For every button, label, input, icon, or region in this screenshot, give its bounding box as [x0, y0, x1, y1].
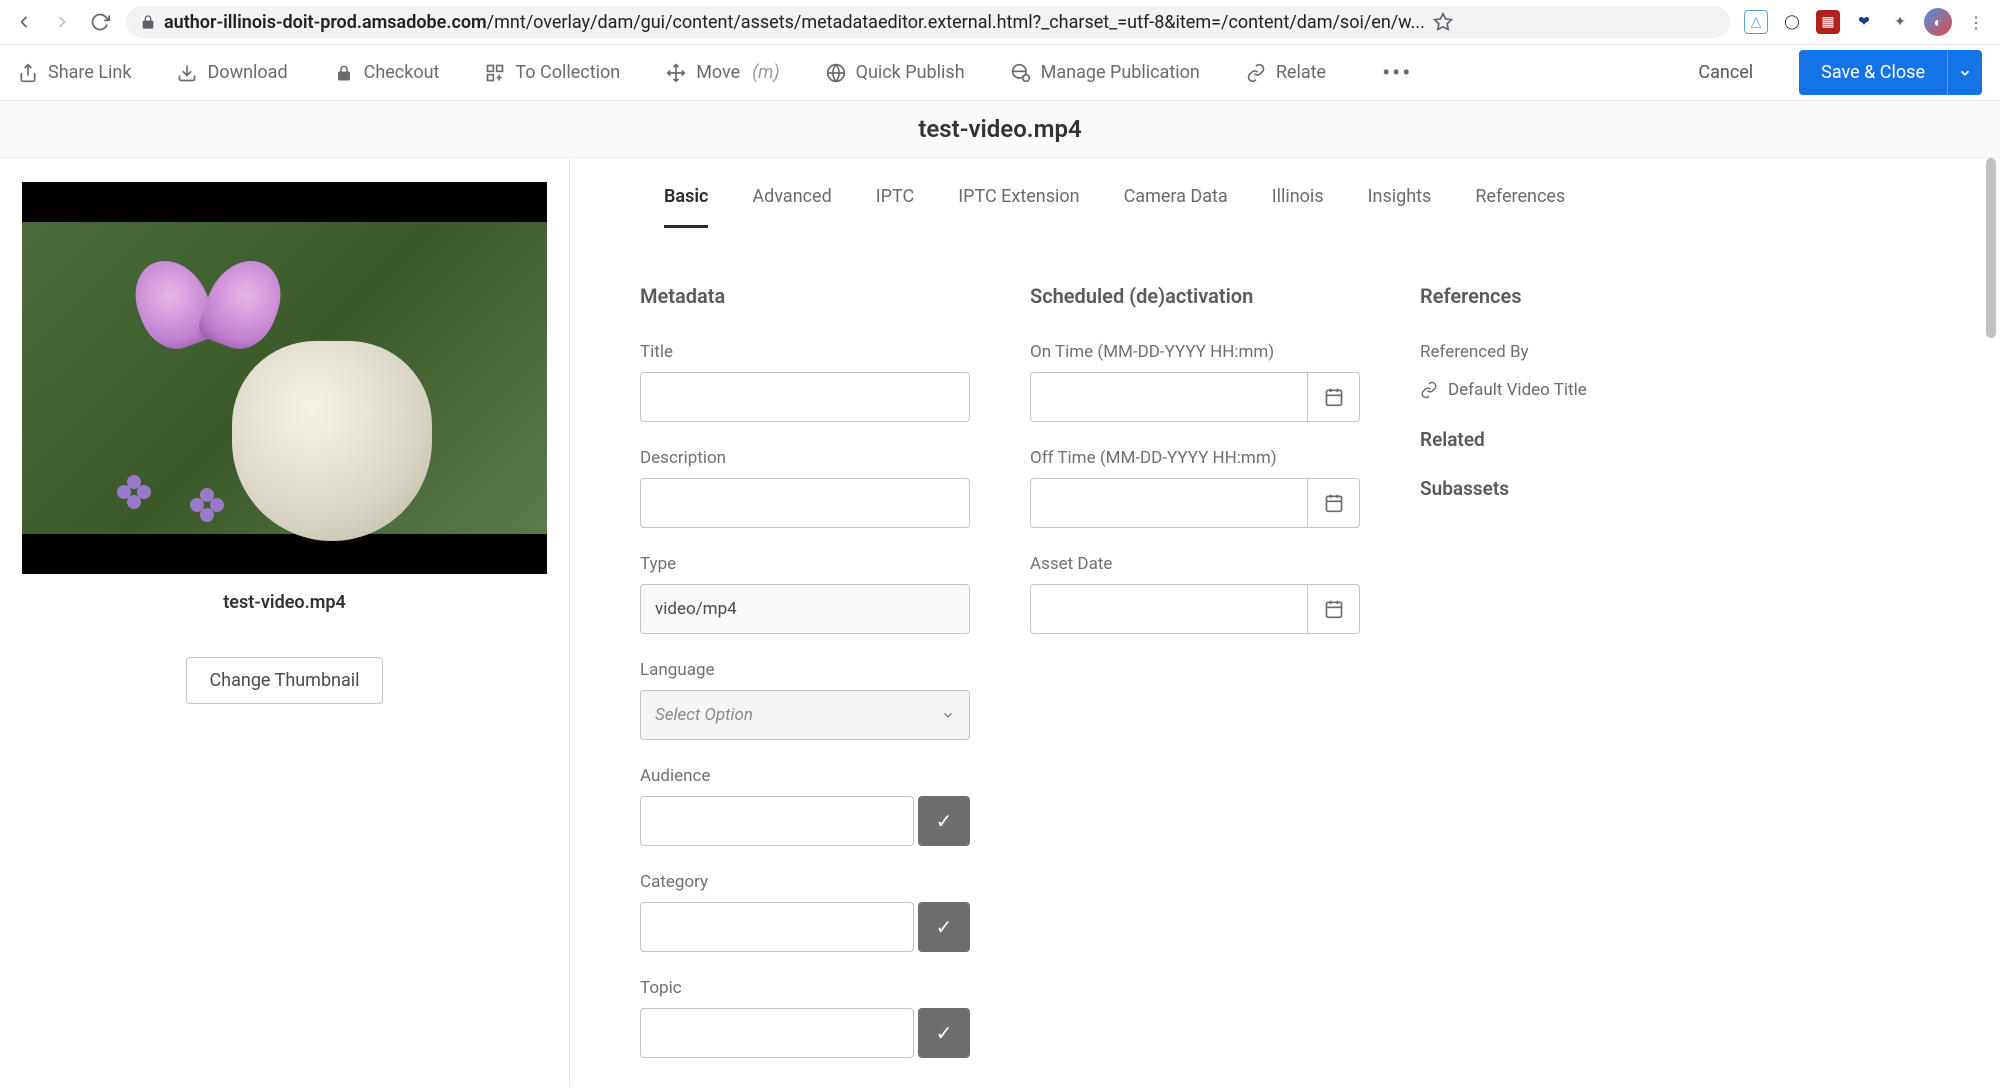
preview-panel: test-video.mp4 Change Thumbnail [0, 158, 570, 1087]
tab-references[interactable]: References [1475, 186, 1565, 228]
manage-publication-label: Manage Publication [1041, 62, 1200, 83]
globe-gear-icon [1011, 63, 1031, 83]
title-input[interactable] [640, 372, 970, 422]
globe-icon [826, 63, 846, 83]
share-icon [18, 63, 38, 83]
title-label: Title [640, 342, 970, 362]
move-icon [666, 63, 686, 83]
audience-label: Audience [640, 766, 970, 786]
manage-publication-button[interactable]: Manage Publication [1011, 62, 1226, 83]
checkout-button[interactable]: Checkout [334, 62, 466, 83]
on-time-input[interactable] [1030, 372, 1308, 422]
description-input[interactable] [640, 478, 970, 528]
lock-icon [334, 63, 354, 83]
url-bar[interactable]: author-illinois-doit-prod.amsadobe.com/m… [126, 6, 1730, 38]
ext-red-icon[interactable]: ▦ [1816, 10, 1840, 34]
browser-menu-icon[interactable]: ⋮ [1964, 10, 1988, 34]
extension-icons: △ ◯ ▦ ❤ ✦ ◐ ⋮ [1744, 8, 1988, 36]
metadata-panel: Basic Advanced IPTC IPTC Extension Camer… [570, 158, 2000, 1087]
move-hint: (m) [752, 62, 779, 83]
tab-camera-data[interactable]: Camera Data [1124, 186, 1228, 228]
off-time-calendar-button[interactable] [1308, 478, 1360, 528]
cancel-button[interactable]: Cancel [1678, 52, 1773, 93]
relate-label: Relate [1276, 62, 1326, 83]
share-link-button[interactable]: Share Link [18, 62, 157, 83]
move-label: Move [696, 62, 740, 83]
save-close-dropdown[interactable] [1947, 50, 1982, 95]
back-button[interactable] [12, 10, 36, 34]
reload-button[interactable] [88, 10, 112, 34]
extensions-icon[interactable]: ✦ [1888, 10, 1912, 34]
ext-circle-icon[interactable]: ◯ [1780, 10, 1804, 34]
forward-button[interactable] [50, 10, 74, 34]
category-label: Category [640, 872, 970, 892]
lock-icon [140, 14, 156, 30]
profile-avatar[interactable]: ◐ [1924, 8, 1952, 36]
description-label: Description [640, 448, 970, 468]
tab-basic[interactable]: Basic [664, 186, 708, 228]
share-link-label: Share Link [48, 62, 131, 83]
language-placeholder: Select Option [655, 705, 753, 725]
schedule-heading: Scheduled (de)activation [1030, 284, 1360, 308]
topic-input[interactable] [640, 1008, 914, 1058]
scrollbar[interactable] [1986, 158, 1996, 1087]
type-label: Type [640, 554, 970, 574]
change-thumbnail-button[interactable]: Change Thumbnail [186, 657, 382, 704]
tab-advanced[interactable]: Advanced [752, 186, 831, 228]
browser-chrome: author-illinois-doit-prod.amsadobe.com/m… [0, 0, 2000, 45]
asset-date-input[interactable] [1030, 584, 1308, 634]
collection-icon [485, 63, 505, 83]
save-close-button[interactable]: Save & Close [1799, 50, 1947, 95]
page-title: test-video.mp4 [0, 101, 2000, 158]
category-input[interactable] [640, 902, 914, 952]
tab-iptc-extension[interactable]: IPTC Extension [958, 186, 1079, 228]
referenced-by-item[interactable]: Default Video Title [1420, 380, 1720, 400]
thumbnail-filename: test-video.mp4 [223, 574, 346, 631]
download-icon [177, 63, 197, 83]
checkout-label: Checkout [364, 62, 440, 83]
download-button[interactable]: Download [177, 62, 313, 83]
asset-date-label: Asset Date [1030, 554, 1360, 574]
action-bar: Share Link Download Checkout To Collecti… [0, 45, 2000, 101]
to-collection-button[interactable]: To Collection [485, 62, 646, 83]
link-icon [1246, 63, 1266, 83]
asset-date-calendar-button[interactable] [1308, 584, 1360, 634]
subassets-heading: Subassets [1420, 477, 1720, 500]
related-heading: Related [1420, 428, 1720, 451]
on-time-label: On Time (MM-DD-YYYY HH:mm) [1030, 342, 1360, 362]
topic-confirm-button[interactable]: ✓ [918, 1008, 970, 1058]
referenced-by-item-label: Default Video Title [1448, 380, 1587, 400]
tab-iptc[interactable]: IPTC [876, 186, 914, 228]
metadata-heading: Metadata [640, 284, 970, 308]
type-input[interactable] [640, 584, 970, 634]
relate-button[interactable]: Relate [1246, 62, 1352, 83]
url-text: author-illinois-doit-prod.amsadobe.com/m… [164, 12, 1425, 33]
off-time-input[interactable] [1030, 478, 1308, 528]
topic-label: Topic [640, 978, 970, 998]
off-time-label: Off Time (MM-DD-YYYY HH:mm) [1030, 448, 1360, 468]
referenced-by-label: Referenced By [1420, 342, 1720, 362]
chevron-down-icon [941, 708, 955, 722]
ext-triangle-icon[interactable]: △ [1744, 10, 1768, 34]
references-heading: References [1420, 284, 1720, 308]
on-time-calendar-button[interactable] [1308, 372, 1360, 422]
video-thumbnail[interactable] [22, 182, 547, 574]
tab-illinois[interactable]: Illinois [1272, 186, 1324, 228]
language-select[interactable]: Select Option [640, 690, 970, 740]
link-icon [1420, 381, 1438, 399]
move-button[interactable]: Move (m) [666, 62, 805, 83]
ext-heart-icon[interactable]: ❤ [1852, 10, 1876, 34]
audience-input[interactable] [640, 796, 914, 846]
language-label: Language [640, 660, 970, 680]
quick-publish-label: Quick Publish [856, 62, 965, 83]
quick-publish-button[interactable]: Quick Publish [826, 62, 991, 83]
to-collection-label: To Collection [515, 62, 620, 83]
more-actions-button[interactable]: ••• [1372, 59, 1422, 87]
metadata-tabs: Basic Advanced IPTC IPTC Extension Camer… [630, 158, 2000, 228]
tab-insights[interactable]: Insights [1368, 186, 1432, 228]
audience-confirm-button[interactable]: ✓ [918, 796, 970, 846]
download-label: Download [207, 62, 287, 83]
category-confirm-button[interactable]: ✓ [918, 902, 970, 952]
star-icon[interactable] [1433, 12, 1453, 32]
